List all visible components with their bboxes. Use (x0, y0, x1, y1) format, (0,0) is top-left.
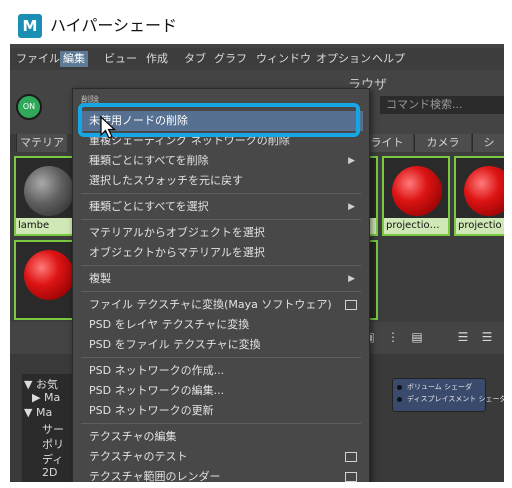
menu-item-label: 種類ごとにすべてを選択 (89, 200, 209, 213)
submenu-arrow-icon: ▶ (348, 274, 355, 284)
layout-icon[interactable]: ▤ (410, 330, 424, 344)
menu-item-psd-to-layered-texture[interactable]: PSD をレイヤ テクスチャに変換 (89, 315, 359, 335)
menu-item-revert-swatches[interactable]: 選択したスウォッチを元に戻す (89, 171, 359, 191)
node-port-icon[interactable] (397, 385, 402, 390)
menu-divider (81, 291, 361, 292)
layout-icon[interactable]: ☰ (480, 330, 494, 344)
tree-item[interactable]: ▼ Ma (24, 406, 52, 419)
menu-window[interactable]: ウィンドウ (256, 51, 311, 67)
menu-item-label: 複製 (89, 272, 111, 285)
node-port-label: ディスプレイスメント シェーダ (407, 395, 504, 403)
node-port-icon[interactable] (397, 397, 402, 402)
on-toggle-icon[interactable]: ON (16, 94, 42, 120)
material-sphere (392, 166, 442, 216)
menu-graph[interactable]: グラフ (214, 51, 247, 67)
swatch-label: lambe (16, 218, 80, 234)
tree-item[interactable]: ポリ (42, 436, 64, 452)
edit-menu-dropdown: 削除 未使用ノードの削除 重複シェーディング ネットワークの削除 種類ごとにすべ… (72, 88, 370, 482)
menu-item-delete-all-by-type[interactable]: 種類ごとにすべてを削除 ▶ (89, 151, 359, 171)
menu-divider (81, 219, 361, 220)
mouse-cursor-icon (100, 116, 117, 139)
material-sphere (24, 166, 74, 216)
menu-options[interactable]: オプション (316, 51, 371, 67)
command-search-input[interactable]: コマンド検索... (380, 96, 504, 114)
submenu-arrow-icon: ▶ (348, 202, 355, 212)
menu-bar: ファイル 編集 ビュー 作成 タブ グラフ ウィンドウ オプション ヘルプ (10, 48, 504, 70)
tree-item[interactable]: 2D (42, 466, 57, 479)
menu-item-select-objects-from-material[interactable]: マテリアルからオブジェクトを選択 (89, 223, 359, 243)
tree-item[interactable]: ▶ Ma (32, 391, 60, 404)
menu-divider (81, 193, 361, 194)
tab-shading[interactable]: シ (472, 134, 504, 152)
menu-item-create-psd-network[interactable]: PSD ネットワークの作成... (89, 361, 359, 381)
tree-item[interactable]: サー (42, 421, 64, 437)
shader-node[interactable]: ボリューム シェーダ ディスプレイスメント シェーダ (392, 378, 504, 412)
menu-tabs[interactable]: タブ (184, 51, 206, 67)
menu-create[interactable]: 作成 (146, 51, 168, 67)
menu-item-convert-to-file-texture[interactable]: ファイル テクスチャに変換(Maya ソフトウェア) (89, 295, 359, 315)
menu-item-label: 種類ごとにすべてを削除 (89, 154, 209, 167)
menu-item-select-all-by-type[interactable]: 種類ごとにすべてを選択 ▶ (89, 197, 359, 217)
option-box-icon[interactable] (345, 472, 357, 482)
material-sphere (464, 166, 504, 216)
menu-divider (81, 357, 361, 358)
option-box-icon[interactable] (345, 452, 357, 462)
swatch-label: projectio (456, 218, 504, 234)
tab-cameras[interactable]: カメラ (414, 134, 471, 152)
material-sphere (24, 250, 74, 300)
layout-icon[interactable]: ⋮ (386, 330, 400, 344)
menu-help[interactable]: ヘルプ (372, 51, 405, 67)
menu-item-render-texture-range[interactable]: テクスチャ範囲のレンダー (89, 467, 359, 482)
swatch-label: projectio… (384, 218, 448, 234)
menu-divider (81, 265, 361, 266)
menu-edit[interactable]: 編集 (60, 51, 88, 67)
node-port-label: ボリューム シェーダ (407, 383, 473, 391)
highlight-callout (78, 103, 360, 137)
tree-item[interactable]: ▼ お気 (24, 376, 58, 392)
tree-item[interactable]: ディ (42, 451, 63, 467)
tab-materials[interactable]: マテリア (16, 134, 67, 152)
menu-item-psd-to-file-texture[interactable]: PSD をファイル テクスチャに変換 (89, 335, 359, 355)
title-bar: M ハイパーシェード (10, 8, 504, 44)
menu-item-test-texture[interactable]: テクスチャのテスト (89, 447, 359, 467)
menu-divider (81, 423, 361, 424)
tree-panel: ▼ お気 ▶ Ma ▼ Ma サー ポリ ディ 2D (22, 374, 78, 482)
option-box-icon[interactable] (345, 300, 357, 310)
layout-icon[interactable]: ☰ (456, 330, 470, 344)
menu-item-update-psd-networks[interactable]: PSD ネットワークの更新 (89, 401, 359, 421)
menu-item-select-materials-from-objects[interactable]: オブジェクトからマテリアルを選択 (89, 243, 359, 263)
swatch-projection[interactable]: projectio… (382, 156, 450, 236)
swatch-projection[interactable]: projectio (454, 156, 504, 236)
maya-app-icon: M (18, 14, 42, 38)
hypershade-window: M ハイパーシェード ファイル 編集 ビュー 作成 タブ グラフ ウィンドウ オ… (10, 8, 504, 482)
menu-item-label: ファイル テクスチャに変換(Maya ソフトウェア) (89, 298, 332, 311)
menu-item-edit-texture[interactable]: テクスチャの編集 (89, 427, 359, 447)
window-title: ハイパーシェード (50, 16, 178, 35)
menu-item-duplicate[interactable]: 複製 ▶ (89, 269, 359, 289)
menu-item-label: テクスチャ範囲のレンダー (89, 470, 221, 482)
menu-file[interactable]: ファイル (16, 51, 60, 67)
menu-view[interactable]: ビュー (104, 51, 137, 67)
submenu-arrow-icon: ▶ (348, 156, 355, 166)
menu-item-edit-psd-network[interactable]: PSD ネットワークの編集... (89, 381, 359, 401)
menu-item-label: テクスチャのテスト (89, 450, 188, 463)
